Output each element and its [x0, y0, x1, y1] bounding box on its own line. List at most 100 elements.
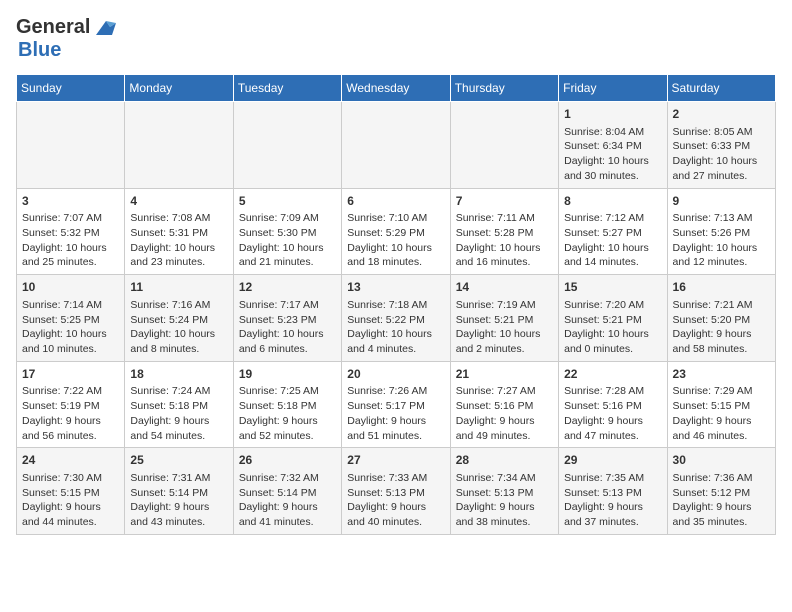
calendar-cell: 22Sunrise: 7:28 AM Sunset: 5:16 PM Dayli…: [559, 361, 667, 448]
calendar-cell: [233, 102, 341, 189]
day-info: Sunrise: 8:04 AM Sunset: 6:34 PM Dayligh…: [564, 125, 661, 184]
calendar-cell: 16 Sunrise: 7:21 AM Sunset: 5:20 PM Dayli…: [667, 275, 775, 362]
day-info: Sunrise: 7:27 AM Sunset: 5:16 PM Dayligh…: [456, 384, 553, 443]
day-number: 26: [239, 452, 336, 469]
day-number: 30: [673, 452, 770, 469]
calendar-cell: 15 Sunrise: 7:20 AM Sunset: 5:21 PM Dayli…: [559, 275, 667, 362]
day-number: 27: [347, 452, 444, 469]
calendar-cell: 2 Sunrise: 8:05 AM Sunset: 6:33 PM Daylig…: [667, 102, 775, 189]
day-info: Sunrise: 7:14 AM Sunset: 5:25 PM Dayligh…: [22, 298, 119, 357]
day-info: Sunrise: 7:29 AM Sunset: 5:15 PM Dayligh…: [673, 384, 770, 443]
calendar-cell: 29 Sunrise: 7:35 AM Sunset: 5:13 PM Dayli…: [559, 448, 667, 535]
calendar-cell: 9Sunrise: 7:13 AM Sunset: 5:26 PM Daylig…: [667, 188, 775, 275]
day-number: 18: [130, 366, 227, 383]
day-info: Sunrise: 7:21 AM Sunset: 5:20 PM Dayligh…: [673, 298, 770, 357]
calendar-week-row: 24Sunrise: 7:30 AM Sunset: 5:15 PM Dayli…: [17, 448, 776, 535]
day-number: 15: [564, 279, 661, 296]
calendar-cell: 18Sunrise: 7:24 AM Sunset: 5:18 PM Dayli…: [125, 361, 233, 448]
logo: General Blue: [16, 16, 120, 62]
calendar-cell: 25Sunrise: 7:31 AM Sunset: 5:14 PM Dayli…: [125, 448, 233, 535]
logo-bird-icon: [92, 17, 120, 39]
calendar-week-row: 3Sunrise: 7:07 AM Sunset: 5:32 PM Daylig…: [17, 188, 776, 275]
day-number: 2: [673, 106, 770, 123]
logo-blue: Blue: [18, 39, 61, 62]
calendar-cell: [125, 102, 233, 189]
day-info: Sunrise: 8:05 AM Sunset: 6:33 PM Dayligh…: [673, 125, 770, 184]
page-header: General Blue: [16, 16, 776, 62]
day-info: Sunrise: 7:20 AM Sunset: 5:21 PM Dayligh…: [564, 298, 661, 357]
day-number: 24: [22, 452, 119, 469]
calendar-cell: 27 Sunrise: 7:33 AM Sunset: 5:13 PM Dayli…: [342, 448, 450, 535]
calendar-week-row: 10 Sunrise: 7:14 AM Sunset: 5:25 PM Dayli…: [17, 275, 776, 362]
day-info: Sunrise: 7:33 AM Sunset: 5:13 PM Dayligh…: [347, 471, 444, 530]
day-info: Sunrise: 7:16 AM Sunset: 5:24 PM Dayligh…: [130, 298, 227, 357]
logo-general: General: [16, 16, 90, 39]
day-number: 28: [456, 452, 553, 469]
day-number: 8: [564, 193, 661, 210]
day-number: 3: [22, 193, 119, 210]
weekday-header-thursday: Thursday: [450, 75, 558, 102]
day-number: 13: [347, 279, 444, 296]
calendar-cell: 26Sunrise: 7:32 AM Sunset: 5:14 PM Dayli…: [233, 448, 341, 535]
day-info: Sunrise: 7:26 AM Sunset: 5:17 PM Dayligh…: [347, 384, 444, 443]
day-number: 21: [456, 366, 553, 383]
calendar-cell: 8Sunrise: 7:12 AM Sunset: 5:27 PM Daylig…: [559, 188, 667, 275]
calendar-cell: 17Sunrise: 7:22 AM Sunset: 5:19 PM Dayli…: [17, 361, 125, 448]
day-number: 16: [673, 279, 770, 296]
calendar-cell: 4Sunrise: 7:08 AM Sunset: 5:31 PM Daylig…: [125, 188, 233, 275]
day-info: Sunrise: 7:18 AM Sunset: 5:22 PM Dayligh…: [347, 298, 444, 357]
day-number: 7: [456, 193, 553, 210]
calendar-week-row: 1 Sunrise: 8:04 AM Sunset: 6:34 PM Daylig…: [17, 102, 776, 189]
day-info: Sunrise: 7:28 AM Sunset: 5:16 PM Dayligh…: [564, 384, 661, 443]
weekday-header-friday: Friday: [559, 75, 667, 102]
day-info: Sunrise: 7:07 AM Sunset: 5:32 PM Dayligh…: [22, 211, 119, 270]
weekday-header-monday: Monday: [125, 75, 233, 102]
day-info: Sunrise: 7:12 AM Sunset: 5:27 PM Dayligh…: [564, 211, 661, 270]
day-number: 29: [564, 452, 661, 469]
day-number: 19: [239, 366, 336, 383]
calendar-cell: 10 Sunrise: 7:14 AM Sunset: 5:25 PM Dayli…: [17, 275, 125, 362]
calendar-cell: [450, 102, 558, 189]
day-info: Sunrise: 7:36 AM Sunset: 5:12 PM Dayligh…: [673, 471, 770, 530]
day-number: 10: [22, 279, 119, 296]
day-info: Sunrise: 7:25 AM Sunset: 5:18 PM Dayligh…: [239, 384, 336, 443]
calendar-cell: 23Sunrise: 7:29 AM Sunset: 5:15 PM Dayli…: [667, 361, 775, 448]
day-info: Sunrise: 7:13 AM Sunset: 5:26 PM Dayligh…: [673, 211, 770, 270]
day-number: 17: [22, 366, 119, 383]
day-number: 6: [347, 193, 444, 210]
day-info: Sunrise: 7:31 AM Sunset: 5:14 PM Dayligh…: [130, 471, 227, 530]
calendar-cell: [17, 102, 125, 189]
calendar-cell: 21Sunrise: 7:27 AM Sunset: 5:16 PM Dayli…: [450, 361, 558, 448]
calendar-week-row: 17Sunrise: 7:22 AM Sunset: 5:19 PM Dayli…: [17, 361, 776, 448]
day-info: Sunrise: 7:10 AM Sunset: 5:29 PM Dayligh…: [347, 211, 444, 270]
calendar-cell: 3Sunrise: 7:07 AM Sunset: 5:32 PM Daylig…: [17, 188, 125, 275]
calendar-cell: 14Sunrise: 7:19 AM Sunset: 5:21 PM Dayli…: [450, 275, 558, 362]
calendar-cell: 20Sunrise: 7:26 AM Sunset: 5:17 PM Dayli…: [342, 361, 450, 448]
day-number: 11: [130, 279, 227, 296]
day-info: Sunrise: 7:11 AM Sunset: 5:28 PM Dayligh…: [456, 211, 553, 270]
calendar-cell: 11 Sunrise: 7:16 AM Sunset: 5:24 PM Dayli…: [125, 275, 233, 362]
weekday-header-saturday: Saturday: [667, 75, 775, 102]
calendar-cell: 1 Sunrise: 8:04 AM Sunset: 6:34 PM Daylig…: [559, 102, 667, 189]
day-info: Sunrise: 7:35 AM Sunset: 5:13 PM Dayligh…: [564, 471, 661, 530]
day-info: Sunrise: 7:08 AM Sunset: 5:31 PM Dayligh…: [130, 211, 227, 270]
day-number: 12: [239, 279, 336, 296]
calendar-cell: 30 Sunrise: 7:36 AM Sunset: 5:12 PM Dayli…: [667, 448, 775, 535]
weekday-header-sunday: Sunday: [17, 75, 125, 102]
day-info: Sunrise: 7:24 AM Sunset: 5:18 PM Dayligh…: [130, 384, 227, 443]
day-number: 5: [239, 193, 336, 210]
calendar-cell: 28Sunrise: 7:34 AM Sunset: 5:13 PM Dayli…: [450, 448, 558, 535]
day-number: 22: [564, 366, 661, 383]
day-number: 4: [130, 193, 227, 210]
calendar-cell: 5Sunrise: 7:09 AM Sunset: 5:30 PM Daylig…: [233, 188, 341, 275]
calendar-cell: [342, 102, 450, 189]
weekday-header-wednesday: Wednesday: [342, 75, 450, 102]
weekday-header-tuesday: Tuesday: [233, 75, 341, 102]
day-number: 23: [673, 366, 770, 383]
day-info: Sunrise: 7:22 AM Sunset: 5:19 PM Dayligh…: [22, 384, 119, 443]
day-info: Sunrise: 7:09 AM Sunset: 5:30 PM Dayligh…: [239, 211, 336, 270]
calendar-cell: 13 Sunrise: 7:18 AM Sunset: 5:22 PM Dayli…: [342, 275, 450, 362]
day-number: 1: [564, 106, 661, 123]
day-number: 14: [456, 279, 553, 296]
day-number: 20: [347, 366, 444, 383]
